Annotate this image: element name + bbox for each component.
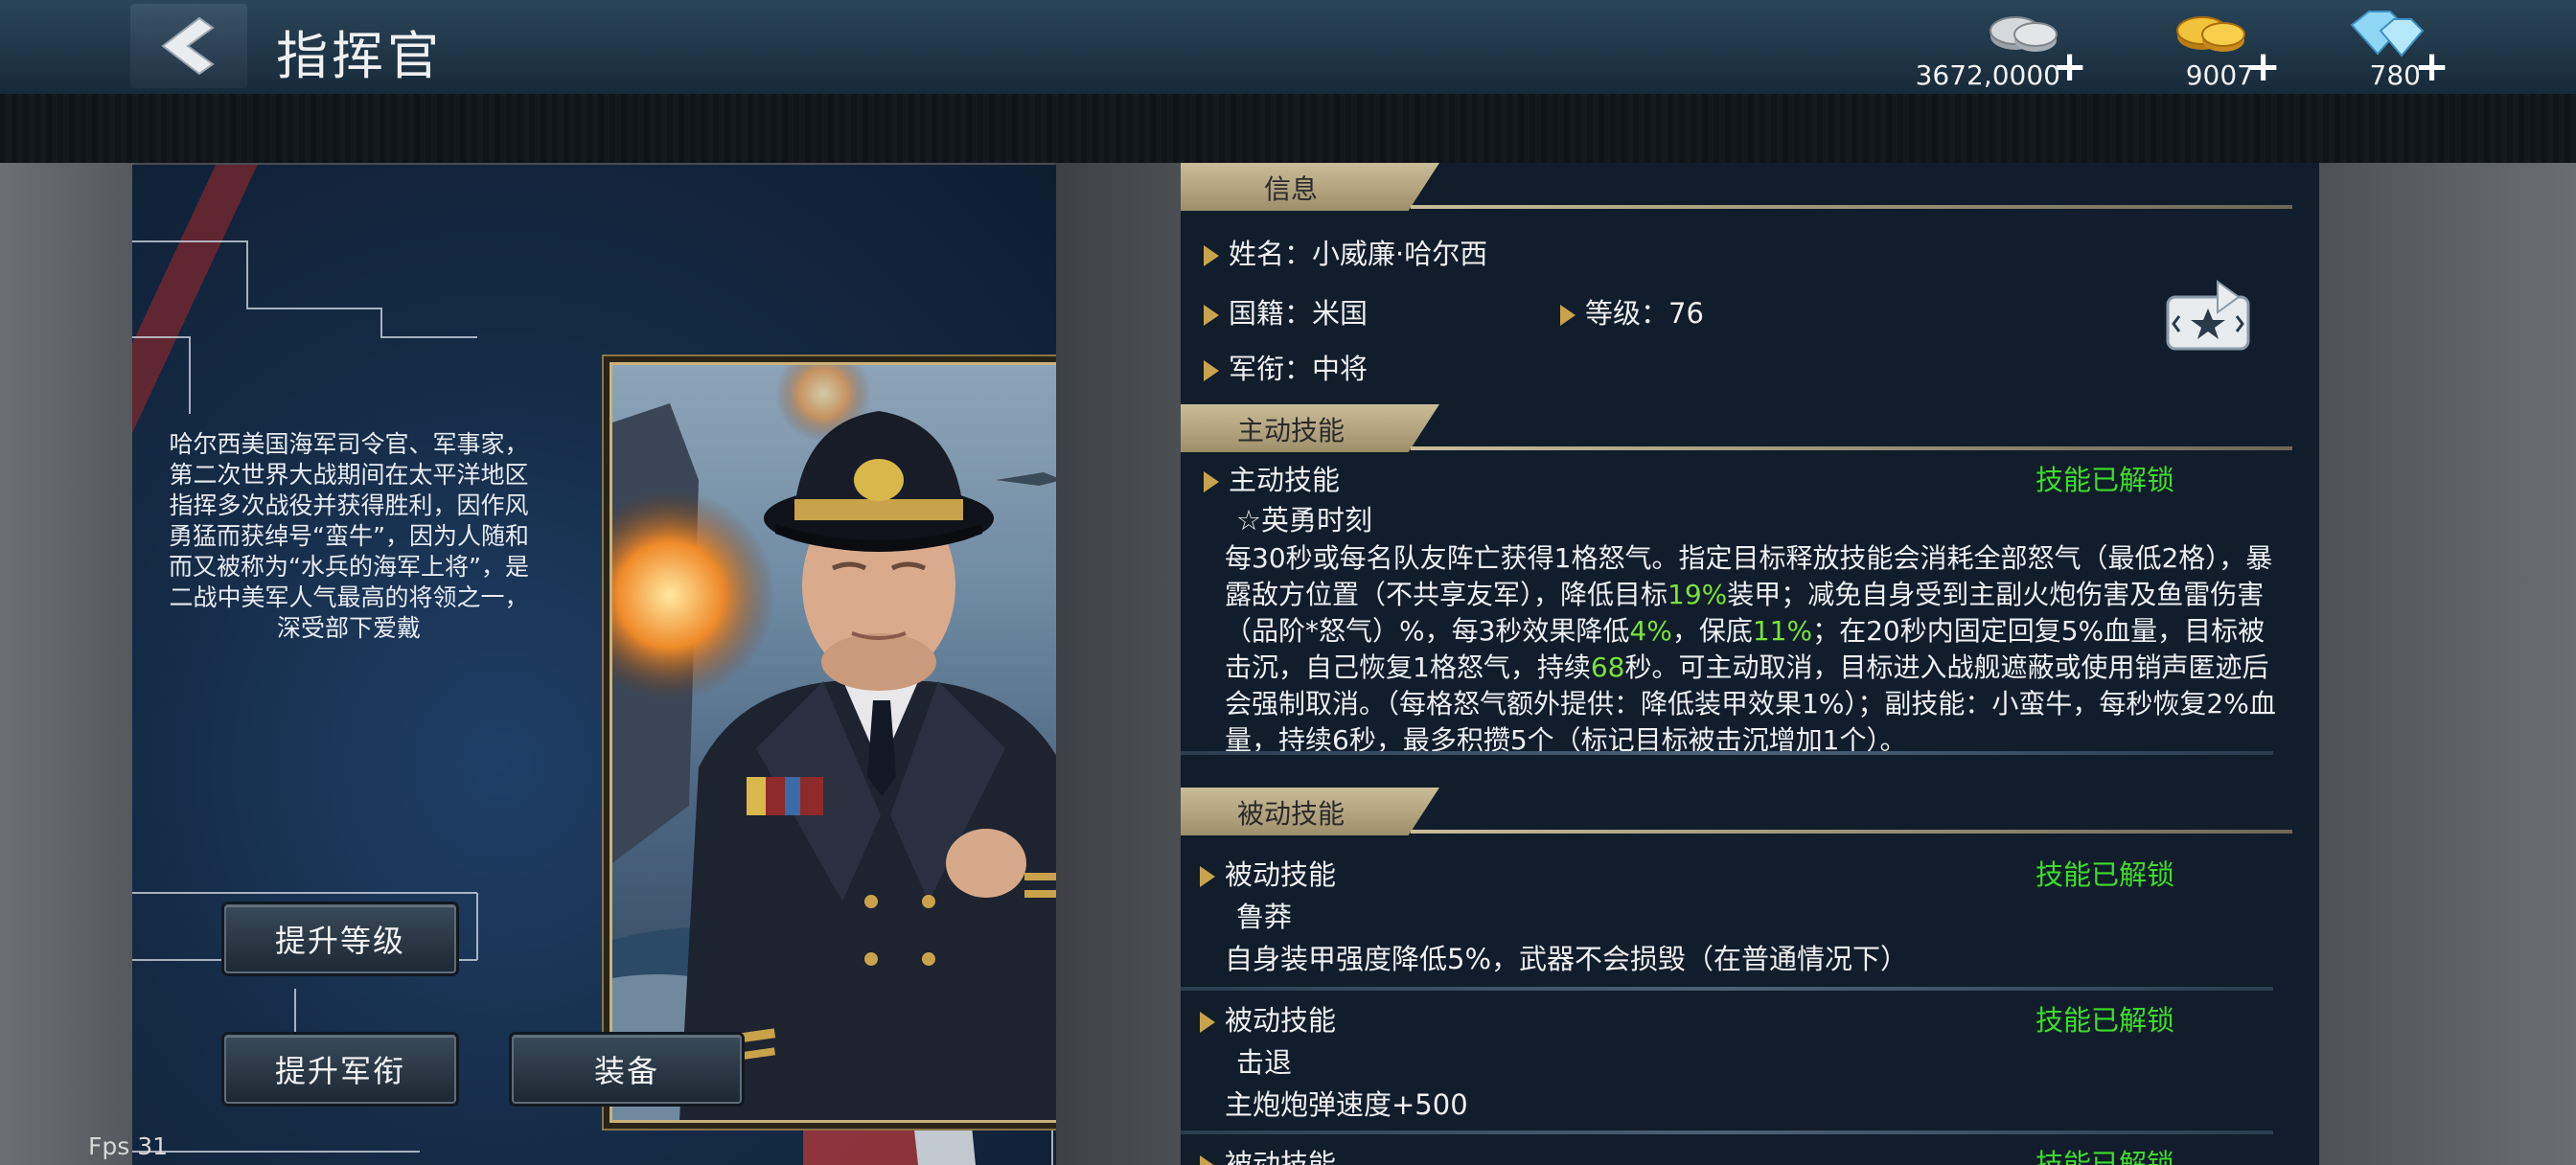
highlight-value: 11% xyxy=(1752,615,1813,647)
highlight-value: 19% xyxy=(1668,579,1728,610)
arrow-icon xyxy=(1200,1012,1215,1033)
passive-skill-3-label-row: 被动技能 xyxy=(1200,1142,1336,1165)
diamond-value: 780 xyxy=(2369,59,2421,91)
highlight-value: 4% xyxy=(1629,615,1672,647)
info-section-header: 信息 xyxy=(1181,163,2292,211)
arrow-icon xyxy=(1200,866,1215,887)
arrow-icon xyxy=(1560,305,1576,326)
highlight-value: 68 xyxy=(1590,651,1625,683)
back-button[interactable] xyxy=(130,4,247,88)
passive-skill-1-label-row: 被动技能 xyxy=(1200,853,1336,893)
upgrade-level-button[interactable]: 提升等级 xyxy=(224,904,456,973)
info-panel[interactable]: 信息 姓名：小威廉·哈尔西 国籍：米国 等级：76 军衔：中将 主动技能 主动技… xyxy=(1181,163,2319,1165)
passive-skill-label: 被动技能 xyxy=(1225,1004,1337,1037)
arrow-icon xyxy=(1204,471,1219,492)
rank-value: 中将 xyxy=(1312,353,1368,385)
active-skill-description: 每30秒或每名队友阵亡获得1格怒气。指定目标释放技能会消耗全部怒气（最低2格），… xyxy=(1225,540,2288,759)
commander-bio: 哈尔西美国海军司令官、军事家，第二次世界大战期间在太平洋地区指挥多次战役并获得胜… xyxy=(169,430,529,642)
add-gold-icon[interactable]: + xyxy=(2245,42,2281,91)
passive-skill-section-title: 被动技能 xyxy=(1236,798,1345,830)
add-silver-icon[interactable]: + xyxy=(2052,42,2087,91)
commander-panel: 哈尔西美国海军司令官、军事家，第二次世界大战期间在太平洋地区指挥多次战役并获得胜… xyxy=(132,165,1056,1165)
level-value: 76 xyxy=(1668,297,1704,330)
equip-button[interactable]: 装备 xyxy=(512,1035,742,1104)
passive-skill-1-name: 鲁莽 xyxy=(1236,901,1293,933)
name-label: 姓名： xyxy=(1229,238,1313,270)
commander-portrait xyxy=(610,362,1056,1123)
active-skill-section-header: 主动技能 xyxy=(1181,404,2292,452)
sub-bar xyxy=(0,94,2576,163)
top-bar: 指挥官 3672,0000 + 9007 + 780 + xyxy=(0,0,2576,96)
name-value: 小威廉·哈尔西 xyxy=(1312,238,1488,270)
passive-skill-label: 被动技能 xyxy=(1225,1148,1337,1165)
share-icon[interactable] xyxy=(2162,278,2254,354)
add-diamond-icon[interactable]: + xyxy=(2414,42,2450,91)
resource-silver[interactable]: 3672,0000 + xyxy=(1916,4,2087,91)
passive-skill-2-description: 主炮炮弹速度+500 xyxy=(1225,1088,1468,1121)
active-skill-status: 技能已解锁 xyxy=(2036,464,2175,496)
page-title: 指挥官 xyxy=(276,26,443,86)
arrow-icon xyxy=(1204,245,1219,266)
arrow-icon xyxy=(1200,1155,1215,1165)
passive-skill-1-description: 自身装甲强度降低5%，武器不会损毁（在普通情况下） xyxy=(1225,943,1909,975)
passive-skill-section-header: 被动技能 xyxy=(1181,788,2292,835)
passive-skill-3-status: 技能已解锁 xyxy=(2036,1148,2175,1165)
chevron-left-icon xyxy=(161,16,215,76)
divider xyxy=(1181,751,2273,755)
name-row: 姓名：小威廉·哈尔西 xyxy=(1204,232,1487,272)
divider xyxy=(1181,1131,2273,1134)
active-skill-label: 主动技能 xyxy=(1229,464,1341,496)
rank-label: 军衔： xyxy=(1229,353,1313,385)
passive-skill-label: 被动技能 xyxy=(1225,858,1337,891)
background-right xyxy=(2319,163,2576,1165)
upgrade-rank-button[interactable]: 提升军衔 xyxy=(224,1035,456,1104)
nation-label: 国籍： xyxy=(1229,297,1313,330)
active-skill-section-title: 主动技能 xyxy=(1236,415,1345,446)
active-skill-label-row: 主动技能 xyxy=(1204,458,1340,498)
nation-value: 米国 xyxy=(1312,297,1368,330)
commander-portrait-image xyxy=(612,365,1056,1120)
passive-skill-2-status: 技能已解锁 xyxy=(2036,1004,2175,1037)
rank-row: 军衔：中将 xyxy=(1204,347,1368,387)
description-text: ，保底 xyxy=(1671,615,1753,647)
passive-skill-2-name: 击退 xyxy=(1236,1046,1293,1079)
arrow-icon xyxy=(1204,305,1219,326)
resource-diamond[interactable]: 780 + xyxy=(2334,4,2450,91)
gold-value: 9007 xyxy=(2185,59,2254,91)
level-row: 等级：76 xyxy=(1560,291,1704,331)
fps-counter: Fps 31 xyxy=(88,1132,169,1160)
info-section-title: 信息 xyxy=(1263,173,1318,205)
passive-skill-1-status: 技能已解锁 xyxy=(2036,858,2175,891)
level-label: 等级： xyxy=(1585,297,1669,330)
active-skill-name: ☆英勇时刻 xyxy=(1236,504,1372,537)
silver-value: 3672,0000 xyxy=(1915,59,2060,91)
nation-row: 国籍：米国 xyxy=(1204,291,1368,331)
passive-skill-2-label-row: 被动技能 xyxy=(1200,998,1336,1039)
arrow-icon xyxy=(1204,360,1219,381)
resource-gold[interactable]: 9007 + xyxy=(2156,4,2281,91)
background-left xyxy=(0,163,134,1165)
background-middle xyxy=(1054,163,1179,1165)
divider xyxy=(1181,987,2273,991)
